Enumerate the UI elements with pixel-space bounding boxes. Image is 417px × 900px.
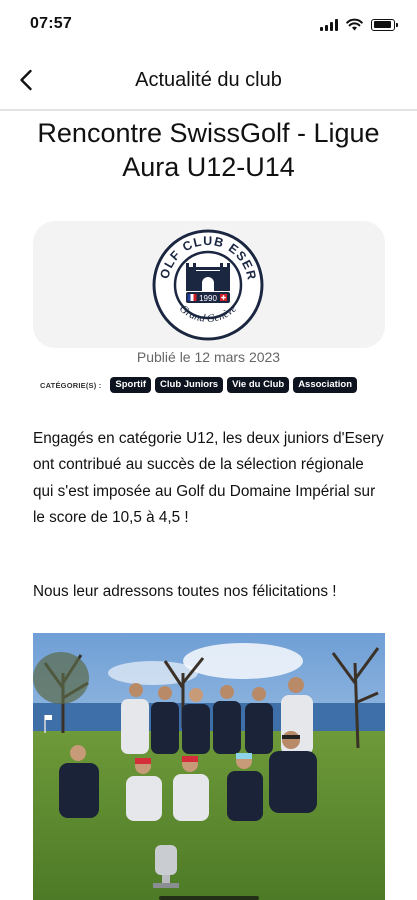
article-paragraph: Engagés en catégorie U12, les deux junio… (33, 430, 384, 526)
categories-label: CATÉGORIE(S) : (40, 380, 102, 390)
battery-icon (371, 18, 398, 31)
logo-card: GOLF CLUB ESERY Grand Genève 1990 (33, 221, 385, 348)
cellular-signal-icon (320, 18, 338, 31)
category-tag[interactable]: Club Juniors (155, 377, 224, 393)
category-tag[interactable]: Association (293, 377, 358, 393)
club-logo: GOLF CLUB ESERY Grand Genève 1990 (150, 227, 264, 341)
status-time: 07:57 (30, 15, 72, 32)
nav-bar: Actualité du club (0, 52, 417, 111)
article-title: Rencontre SwissGolf - Ligue Aura U12-U14 (37, 118, 380, 182)
article-paragraph: Nous leur adressons toutes nos félicitat… (33, 583, 337, 600)
category-tag[interactable]: Sportif (110, 377, 152, 393)
status-bar: 07:57 (0, 0, 417, 52)
status-icons (320, 18, 398, 31)
publish-date: Publié le 12 mars 2023 (136, 349, 281, 365)
svg-text:1990: 1990 (199, 294, 217, 303)
category-tag[interactable]: Vie du Club (227, 377, 290, 393)
wifi-icon (346, 18, 363, 31)
team-photo (33, 633, 385, 900)
page-title: Actualité du club (135, 69, 282, 91)
category-list: CATÉGORIE(S) : Sportif Club Juniors Vie … (40, 377, 358, 393)
